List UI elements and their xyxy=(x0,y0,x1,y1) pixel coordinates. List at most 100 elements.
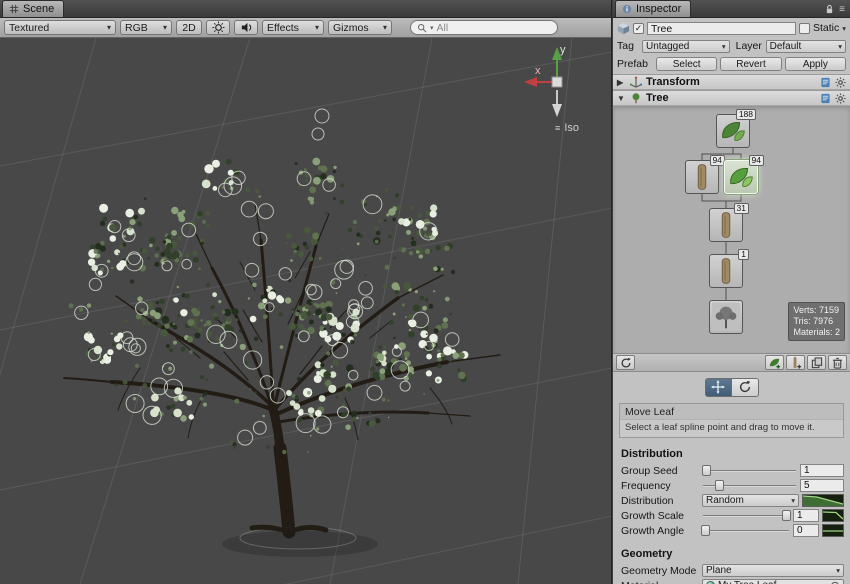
tree-graph-toolbar xyxy=(613,354,850,372)
prefab-apply-button[interactable]: Apply xyxy=(785,57,846,71)
transform-title: Transform xyxy=(646,76,700,88)
gameobject-name-field[interactable]: Tree xyxy=(647,22,796,35)
mesh-stats-tooltip: Verts: 7159 Tris: 7976 Materials: 2 xyxy=(788,302,845,341)
node-count-badge: 94 xyxy=(710,155,725,166)
transform-component-header[interactable]: ▶ Transform xyxy=(613,74,850,90)
panel-menu-icon[interactable]: ≡ xyxy=(839,4,845,15)
chevron-down-icon: ▾ xyxy=(315,23,319,32)
lock-icon[interactable] xyxy=(825,4,834,15)
geometry-section-title: Geometry xyxy=(613,538,850,563)
chevron-down-icon: ▾ xyxy=(788,496,795,505)
node-count-badge: 1 xyxy=(738,249,749,260)
delete-node-button[interactable] xyxy=(828,355,847,370)
chevron-down-icon: ▾ xyxy=(835,42,842,51)
slider-thumb[interactable] xyxy=(782,510,791,521)
rotate-leaf-tool-button[interactable] xyxy=(732,378,759,397)
growth-scale-value[interactable]: 1 xyxy=(793,509,819,522)
help-book-icon[interactable] xyxy=(820,93,831,104)
help-book-icon[interactable] xyxy=(820,77,831,88)
growth-scale-row: Growth Scale 1 xyxy=(613,508,850,523)
foldout-icon[interactable]: ▶ xyxy=(617,78,626,87)
frequency-row: Frequency 5 xyxy=(613,478,850,493)
branch-icon xyxy=(710,255,742,287)
layer-dropdown[interactable]: Default ▾ xyxy=(766,40,846,53)
speaker-icon xyxy=(240,21,253,34)
tris-stat: Tris: 7976 xyxy=(793,316,840,327)
slider-thumb[interactable] xyxy=(715,480,724,491)
layer-label: Layer xyxy=(733,40,763,52)
leaf-group-node-selected[interactable]: 94 xyxy=(724,160,758,194)
tree-hierarchy-graph[interactable]: 188 94 94 31 1 xyxy=(613,106,850,354)
static-checkbox[interactable] xyxy=(799,23,810,34)
tag-dropdown[interactable]: Untagged ▾ xyxy=(642,40,730,53)
x-axis-cone[interactable] xyxy=(524,77,537,87)
object-picker-icon[interactable] xyxy=(830,581,840,584)
branch-group-node[interactable]: 31 xyxy=(709,208,743,242)
gizmo-x-label: x xyxy=(535,65,541,77)
refresh-icon xyxy=(620,357,632,369)
effects-dropdown[interactable]: Effects ▾ xyxy=(262,20,324,35)
group-seed-slider[interactable] xyxy=(702,464,797,477)
tool-hint-box: Move Leaf Select a leaf spline point and… xyxy=(619,403,844,438)
tab-inspector[interactable]: Inspector xyxy=(615,0,691,17)
growth-angle-value[interactable]: 0 xyxy=(793,524,819,537)
duplicate-node-button[interactable] xyxy=(807,355,826,370)
geometry-mode-dropdown[interactable]: Plane ▾ xyxy=(702,564,844,577)
search-filter-arrow-icon: ▾ xyxy=(430,24,434,32)
2d-toggle-button[interactable]: 2D xyxy=(176,20,202,35)
frequency-slider[interactable] xyxy=(702,479,797,492)
tree-root-node[interactable] xyxy=(709,300,743,334)
distribution-dropdown[interactable]: Random ▾ xyxy=(702,494,799,507)
foldout-icon[interactable]: ▼ xyxy=(617,94,626,103)
geometry-mode-label: Geometry Mode xyxy=(621,565,699,577)
curve-preview xyxy=(823,525,843,536)
growth-angle-label: Growth Angle xyxy=(621,525,699,537)
orientation-gizmo[interactable]: y x xyxy=(519,42,597,122)
slider-thumb[interactable] xyxy=(702,465,711,476)
tag-label: Tag xyxy=(617,40,639,52)
material-object-field[interactable]: My Tree Leaf xyxy=(702,579,844,584)
distribution-curve-field[interactable] xyxy=(802,494,844,507)
growth-scale-curve-field[interactable] xyxy=(822,509,844,522)
frequency-value[interactable]: 5 xyxy=(800,479,844,492)
distribution-value: Random xyxy=(706,495,744,506)
tree-title: Tree xyxy=(646,92,669,104)
z-axis-cone[interactable] xyxy=(552,104,562,117)
growth-angle-curve-field[interactable] xyxy=(822,524,844,537)
prefab-select-button[interactable]: Select xyxy=(656,57,717,71)
projection-mode-label[interactable]: ≡ Iso xyxy=(555,122,579,134)
duplicate-icon xyxy=(811,357,823,369)
growth-angle-slider[interactable] xyxy=(702,524,790,537)
scene-search-input[interactable]: ▾ All xyxy=(410,20,558,35)
slider-thumb[interactable] xyxy=(701,525,710,536)
refresh-button[interactable] xyxy=(616,355,635,370)
growth-scale-slider[interactable] xyxy=(702,509,790,522)
shading-mode-dropdown[interactable]: Textured ▾ xyxy=(4,20,116,35)
branch-group-node[interactable]: 94 xyxy=(685,160,719,194)
static-dropdown-icon[interactable]: ▾ xyxy=(842,24,846,33)
gameobject-active-checkbox[interactable]: ✓ xyxy=(633,23,644,34)
prefab-revert-button[interactable]: Revert xyxy=(720,57,781,71)
group-seed-value[interactable]: 1 xyxy=(800,464,844,477)
leaf-group-node[interactable]: 188 xyxy=(716,114,750,148)
distribution-row: Distribution Random ▾ xyxy=(613,493,850,508)
gear-icon[interactable] xyxy=(835,77,846,88)
tree-component-header[interactable]: ▼ Tree xyxy=(613,90,850,106)
render-channel-dropdown[interactable]: RGB ▾ xyxy=(120,20,172,35)
scene-pane: Scene Textured ▾ RGB ▾ 2D Effects xyxy=(0,0,612,584)
move-leaf-tool-button[interactable] xyxy=(705,378,732,397)
scene-viewport[interactable]: y x ≡ Iso xyxy=(0,38,611,584)
add-branch-group-button[interactable] xyxy=(786,355,805,370)
inspector-icon xyxy=(622,4,632,14)
check-icon: ✓ xyxy=(635,24,643,33)
unity-editor: Scene Textured ▾ RGB ▾ 2D Effects xyxy=(0,0,850,584)
audio-toggle-button[interactable] xyxy=(234,20,258,35)
gizmos-dropdown[interactable]: Gizmos ▾ xyxy=(328,20,392,35)
add-leaf-group-button[interactable] xyxy=(765,355,784,370)
tab-scene[interactable]: Scene xyxy=(2,0,64,17)
lighting-toggle-button[interactable] xyxy=(206,20,230,35)
effects-label: Effects xyxy=(267,22,299,34)
branch-group-node[interactable]: 1 xyxy=(709,254,743,288)
gear-icon[interactable] xyxy=(835,93,846,104)
gizmo-center-cube[interactable] xyxy=(552,77,562,87)
